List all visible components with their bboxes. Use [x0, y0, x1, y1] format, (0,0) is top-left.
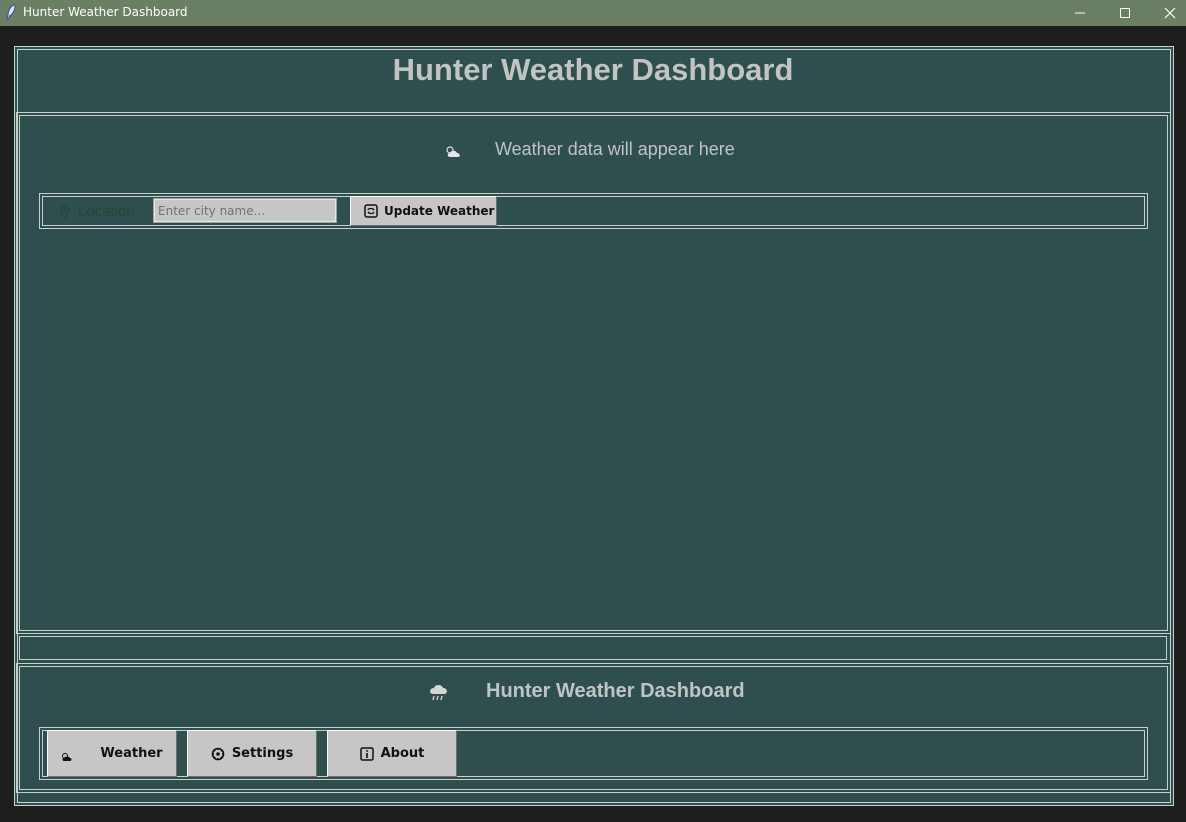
nav-settings-button[interactable]: Settings	[187, 730, 317, 777]
sun-cloud-icon	[446, 146, 460, 157]
nav-weather-button[interactable]: Weather	[47, 730, 177, 777]
window-titlebar: Hunter Weather Dashboard	[0, 0, 1186, 26]
nav-weather-label: Weather	[100, 746, 163, 761]
city-input[interactable]	[153, 198, 337, 223]
footer-title: Hunter Weather Dashboard	[486, 680, 745, 702]
page-title: Hunter Weather Dashboard	[392, 52, 794, 87]
minimize-icon	[1075, 12, 1085, 14]
close-icon	[1164, 7, 1176, 19]
nav-about-label: About	[380, 746, 425, 761]
window-title: Hunter Weather Dashboard	[23, 5, 188, 19]
info-icon	[359, 746, 374, 761]
refresh-icon	[364, 204, 378, 218]
location-label: Location	[78, 203, 135, 220]
minimize-button[interactable]	[1057, 0, 1103, 26]
sun-cloud-icon	[62, 752, 72, 761]
maximize-icon	[1120, 8, 1130, 18]
feather-app-icon	[6, 4, 16, 20]
update-weather-label: Update Weather	[384, 204, 495, 218]
weather-message: Weather data will appear here	[495, 139, 735, 159]
nav-settings-label: Settings	[231, 746, 294, 761]
location-pin-icon	[60, 205, 70, 219]
update-weather-button[interactable]: Update Weather	[350, 196, 497, 226]
weather-display-panel	[16, 112, 1171, 634]
close-button[interactable]	[1147, 0, 1186, 26]
rain-cloud-icon	[430, 685, 447, 701]
nav-about-button[interactable]: About	[327, 730, 457, 777]
separator-strip	[17, 634, 1169, 662]
maximize-button[interactable]	[1102, 0, 1148, 26]
gear-icon	[211, 747, 225, 760]
